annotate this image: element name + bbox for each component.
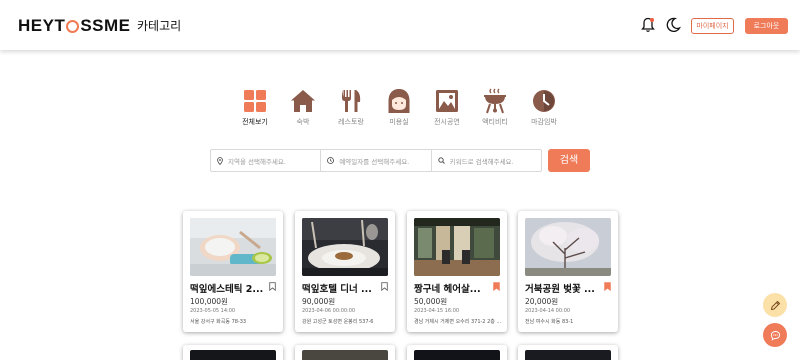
card-image [414,350,500,360]
card-date: 2023-04-06 00:00:00 [302,308,356,314]
bookmark-outline-icon[interactable] [381,282,388,291]
location-pin-icon [217,156,223,165]
category-activity[interactable]: 액티비티 [475,88,515,127]
date-placeholder: 예약일자를 선택해주세요. [339,157,410,166]
region-select[interactable]: 지역을 선택해주세요. [211,150,322,171]
keyword-input[interactable]: 키워드로 검색해주세요. [432,150,541,171]
card-image-hair-salon [414,218,500,276]
search-bar: 지역을 선택해주세요. 예약일자를 선택해주세요. 키워드로 검색해주세요. [210,149,542,172]
mypage-button[interactable]: 마이페이지 [691,18,734,34]
card-title: 떡잎호텔 디너 ... [302,284,372,295]
card-title: 떡잎에스테틱 2... [190,284,264,295]
logo-text-left: HEYT [18,16,66,35]
clock-icon [327,157,335,164]
product-card[interactable] [518,345,618,360]
bookmark-outline-icon[interactable] [269,282,276,291]
product-card[interactable] [183,345,283,360]
category-label: 미용실 [389,118,409,126]
card-price: 50,000원 [414,297,448,306]
bbq-icon [484,88,506,114]
fork-knife-icon [342,90,361,112]
house-icon [291,90,315,112]
logo-text-right: SSME [80,16,131,35]
card-date: 2023-05-05 14:00 [190,308,236,314]
category-exhibition[interactable]: 전시공연 [427,88,467,127]
bookmark-filled-icon[interactable] [493,282,500,291]
top-header: HEYT SSME 카테고리 마이페이지 로그아웃 [0,0,800,50]
product-card[interactable] [407,345,507,360]
category-all[interactable]: 전체보기 [235,88,275,127]
chat-bubble-icon [770,330,780,341]
card-date: 2023-04-15 16:00 [414,308,460,314]
chat-fab-button[interactable] [763,323,787,347]
category-salon[interactable]: 미용실 [379,88,419,127]
card-image [525,350,611,360]
card-price: 100,000원 [190,297,228,306]
pencil-icon [770,300,780,310]
product-card[interactable] [295,345,395,360]
card-image-cherry-blossom [525,218,611,276]
card-image [302,350,388,360]
search-button[interactable]: 검색 [548,149,590,172]
category-menu[interactable]: 카테고리 [137,17,181,34]
product-card[interactable]: 짱구네 헤어살... 50,000원 2023-04-15 16:00 경남 거… [407,211,507,332]
card-image-esthetic [190,218,276,276]
card-image [190,350,276,360]
card-image-dinner [302,218,388,276]
search-icon [438,157,445,164]
card-address: 경남 거제시 거제면 오수리 371-2 2층 ... [414,319,502,325]
deadline-clock-icon [533,90,555,112]
card-title: 짱구네 헤어살... [414,284,481,295]
card-address: 서울 강서구 화곡동 78-33 [190,319,247,325]
write-fab-button[interactable] [763,293,787,317]
category-label: 마감임박 [531,118,557,126]
hair-salon-icon [388,89,410,113]
card-price: 20,000원 [525,297,559,306]
logout-button[interactable]: 로그아웃 [745,18,788,34]
card-title: 거북공원 벚꽃 ... [525,284,595,295]
category-label: 전시공연 [434,118,460,126]
logo-o-mark [66,19,80,33]
keyword-placeholder: 키워드로 검색해주세요. [449,157,514,166]
card-address: 강원 고성군 토성면 운봉리 537-6 [302,319,374,325]
category-lodging[interactable]: 숙박 [283,88,323,127]
category-restaurant[interactable]: 레스토랑 [331,88,371,127]
category-label: 레스토랑 [338,118,364,126]
category-deadline[interactable]: 마감임박 [524,88,564,127]
category-label: 액티비티 [482,118,508,126]
bookmark-filled-icon[interactable] [604,282,611,291]
card-address: 전남 여수시 화동 83-1 [525,319,574,325]
bell-icon[interactable] [641,17,655,33]
date-select[interactable]: 예약일자를 선택해주세요. [321,150,432,171]
exhibition-icon [436,90,458,112]
product-card[interactable]: 떡잎호텔 디너 ... 90,000원 2023-04-06 00:00:00 … [295,211,395,332]
region-placeholder: 지역을 선택해주세요. [228,157,286,166]
grid-icon [244,90,266,112]
card-price: 90,000원 [302,297,336,306]
site-logo[interactable]: HEYT SSME [18,16,131,36]
product-card[interactable]: 거북공원 벚꽃 ... 20,000원 2023-04-14 00:00 전남 … [518,211,618,332]
category-label: 전체보기 [242,118,268,126]
card-date: 2023-04-14 00:00 [525,308,571,314]
dark-mode-moon-icon[interactable] [666,17,681,33]
product-card[interactable]: 떡잎에스테틱 2... 100,000원 2023-05-05 14:00 서울… [183,211,283,332]
category-label: 숙박 [296,118,310,126]
